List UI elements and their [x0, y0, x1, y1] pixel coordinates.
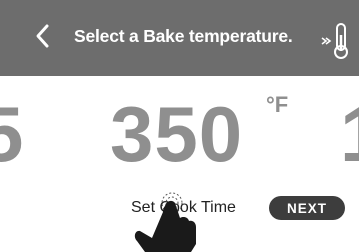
temperature-option-previous[interactable]: 5 [0, 95, 23, 173]
temperature-probe-icon [321, 23, 348, 59]
next-button[interactable]: NEXT [269, 196, 345, 220]
oven-display-screen: Select a Bake temperature. 5 350 °F 1 Se… [0, 0, 359, 252]
header-bar: Select a Bake temperature. [0, 0, 359, 76]
temperature-unit: °F [266, 92, 289, 117]
temperature-option-next[interactable]: 1 [340, 95, 359, 173]
back-button[interactable] [28, 18, 58, 54]
temperature-selected-value[interactable]: 350 [110, 95, 243, 173]
temperature-probe-button[interactable] [320, 21, 356, 61]
tapping-hand-icon [134, 192, 196, 252]
page-title: Select a Bake temperature. [74, 26, 293, 46]
chevron-left-icon [36, 24, 49, 48]
